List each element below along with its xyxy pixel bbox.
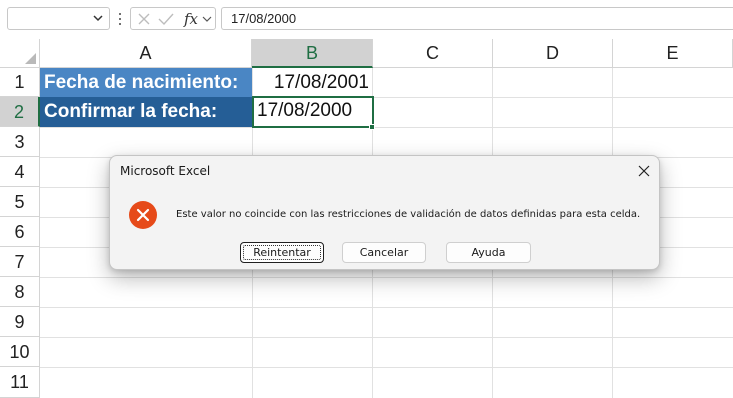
gridline <box>40 307 733 308</box>
chevron-down-icon[interactable] <box>92 12 104 24</box>
error-icon <box>129 201 157 229</box>
formula-tools: fx <box>130 7 216 30</box>
dialog-title: Microsoft Excel <box>120 164 211 178</box>
validation-error-dialog: Microsoft Excel Este valor no coincide c… <box>109 155 660 270</box>
select-all-button[interactable] <box>0 39 40 68</box>
row-header-9[interactable]: 9 <box>0 307 40 337</box>
gridline <box>40 277 733 278</box>
help-button[interactable]: Ayuda <box>446 242 531 263</box>
gridline <box>40 367 733 368</box>
row-header-4[interactable]: 4 <box>0 157 40 187</box>
confirm-entry-icon[interactable] <box>158 12 174 26</box>
row-header-7[interactable]: 7 <box>0 247 40 277</box>
dialog-message: Este valor no coincide con las restricci… <box>176 209 641 220</box>
cancel-entry-icon[interactable] <box>137 12 151 26</box>
row-header-6[interactable]: 6 <box>0 217 40 247</box>
row-header-5[interactable]: 5 <box>0 187 40 217</box>
more-options-icon[interactable] <box>118 11 122 27</box>
formula-input[interactable]: 17/08/2000 <box>221 7 733 30</box>
chevron-down-icon[interactable] <box>202 14 212 24</box>
cell-a1[interactable]: Fecha de nacimiento: <box>40 68 252 97</box>
name-box[interactable] <box>7 7 110 30</box>
column-header-d[interactable]: D <box>493 39 613 68</box>
fill-handle[interactable] <box>369 124 375 130</box>
cell-b2-active[interactable]: 17/08/2000 <box>252 96 374 128</box>
formula-bar: fx 17/08/2000 <box>0 0 733 39</box>
column-header-b[interactable]: B <box>252 39 373 68</box>
close-icon[interactable] <box>634 161 654 181</box>
column-header-e[interactable]: E <box>613 39 733 68</box>
cancel-button-label: Cancelar <box>359 246 409 259</box>
row-header-11[interactable]: 11 <box>0 367 40 398</box>
row-header-8[interactable]: 8 <box>0 277 40 307</box>
gridline <box>40 337 733 338</box>
column-header-a[interactable]: A <box>40 39 252 68</box>
row-header-10[interactable]: 10 <box>0 337 40 367</box>
gridline <box>40 127 733 128</box>
cell-b1[interactable]: 17/08/2001 <box>252 68 373 97</box>
column-header-c[interactable]: C <box>373 39 493 68</box>
row-header-1[interactable]: 1 <box>0 68 40 97</box>
row-header-3[interactable]: 3 <box>0 127 40 157</box>
insert-function-icon[interactable]: fx <box>184 10 198 28</box>
cell-a2[interactable]: Confirmar la fecha: <box>40 97 252 127</box>
help-button-label: Ayuda <box>471 246 506 259</box>
cancel-button[interactable]: Cancelar <box>342 242 426 263</box>
retry-button[interactable]: Reintentar <box>240 242 324 263</box>
row-header-2[interactable]: 2 <box>0 97 40 127</box>
